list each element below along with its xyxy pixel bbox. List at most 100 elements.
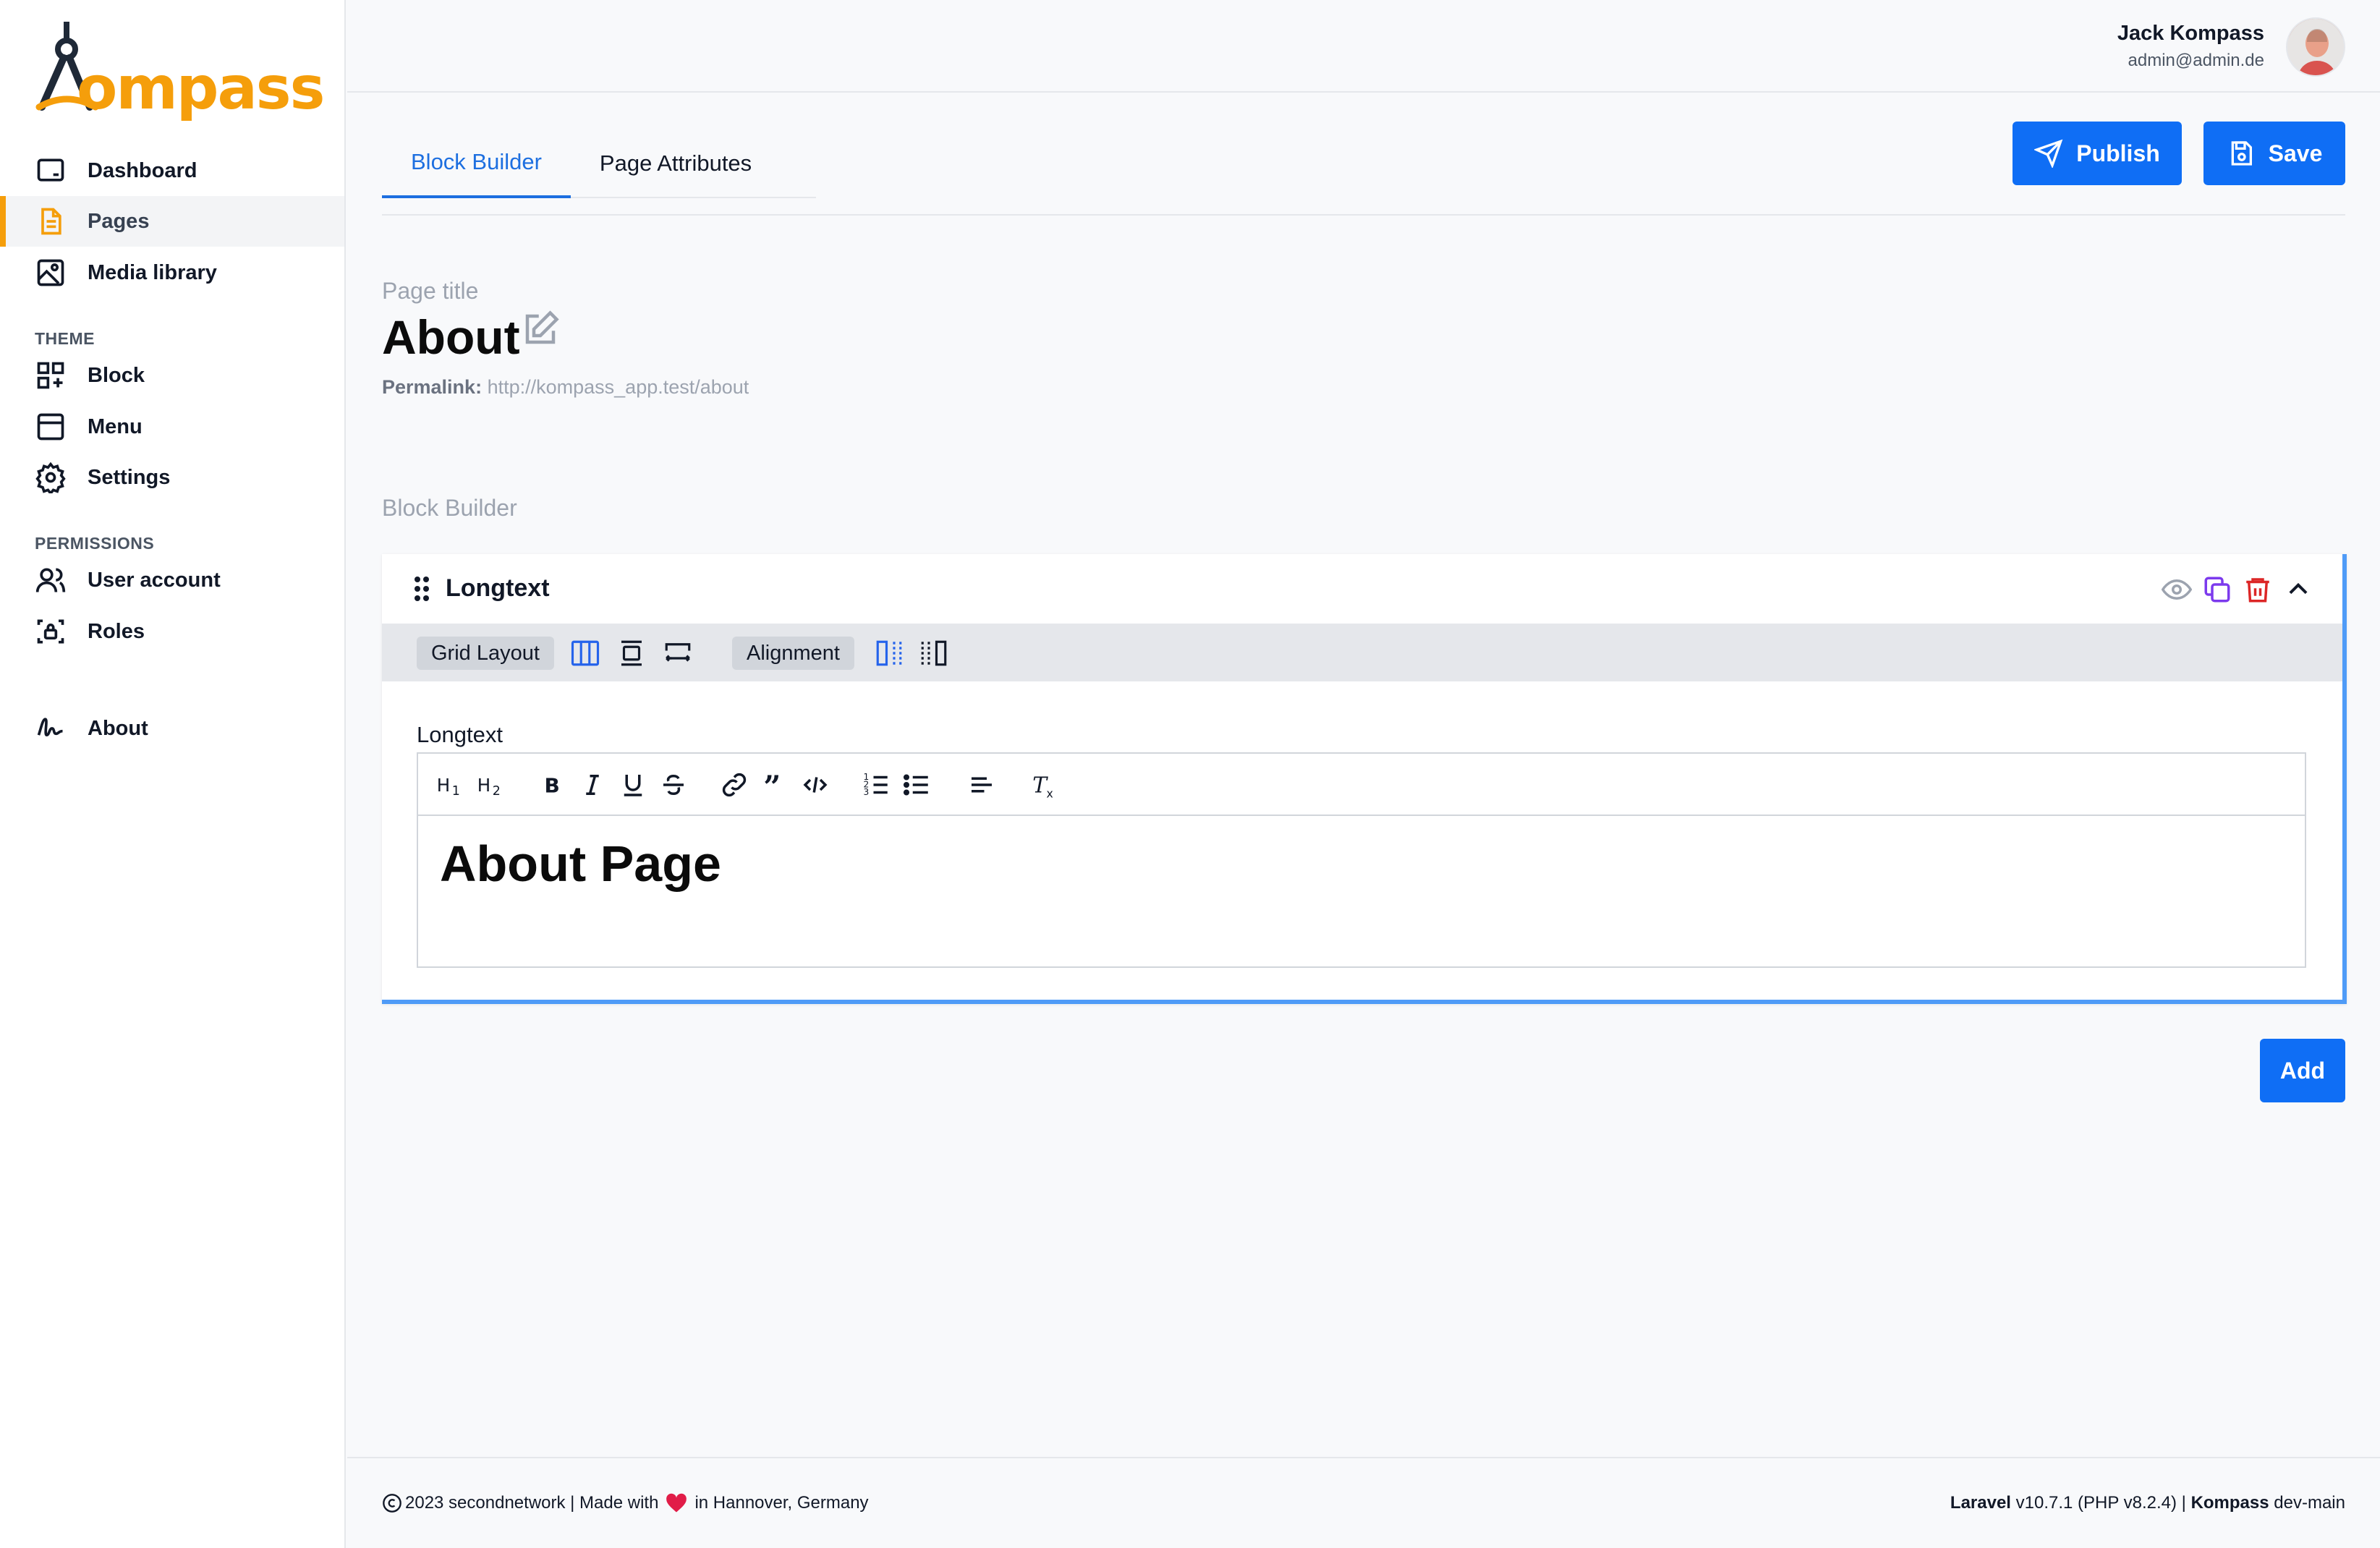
full-width-icon[interactable] [663,638,693,668]
quote-icon[interactable]: ” [760,770,790,800]
sidebar-item-label: Menu [88,414,143,438]
svg-text:B: B [545,774,560,798]
underline-icon[interactable] [618,770,648,800]
clear-format-icon[interactable]: T x [1029,770,1059,801]
sidebar-item-label: Settings [88,465,171,489]
save-button[interactable]: Save [2203,122,2345,185]
dashboard-icon [37,158,64,182]
code-icon[interactable] [800,770,830,800]
editor-toolbar: H1 H2 B ” 1 2 3 T x [418,754,2305,816]
longtext-field-label: Longtext [417,722,503,747]
columns-layout-icon[interactable] [570,638,600,668]
sidebar-item-label: Block [88,363,145,387]
signature-icon [37,718,63,737]
page-title-text: About [382,310,520,364]
grid-layout-chip: Grid Layout [417,637,554,670]
svg-text:H: H [437,775,450,796]
bold-icon[interactable]: B [537,770,567,800]
copyright-icon [383,1494,401,1513]
sidebar-item-block[interactable]: Block [0,350,344,401]
add-block-button-label: Add [2279,1057,2326,1084]
sidebar-item-user-account[interactable]: User account [0,555,344,605]
image-icon [37,259,64,286]
heading-1-icon[interactable]: H1 [435,770,466,800]
edit-icon[interactable] [521,310,560,349]
rich-text-editor[interactable]: H1 H2 B ” 1 2 3 T x About Page [417,752,2306,968]
sidebar-item-about[interactable]: About [0,703,344,754]
block-card: Longtext Grid Layout Alignment Longtext … [382,554,2347,1004]
strikethrough-icon[interactable] [658,770,689,800]
permalink: Permalink: http://kompass_app.test/about [382,376,749,399]
menu-icon [37,413,64,441]
footer-copyright: 2023 secondnetwork | Made with in Hannov… [382,1493,869,1513]
pages-icon [41,208,61,235]
sidebar-item-label: Media library [88,260,217,284]
block-settings-toolbar: Grid Layout Alignment [382,624,2342,681]
header-divider [382,214,2345,216]
chevron-up-icon[interactable] [2285,576,2312,603]
logo-wordmark: ompass [77,59,325,119]
link-icon[interactable] [719,770,749,800]
theme-section-heading: THEME [35,329,95,348]
footer-copyright-text: 2023 secondnetwork | Made with [405,1493,659,1513]
app-name: Kompass [2190,1493,2269,1513]
sidebar-item-settings[interactable]: Settings [0,452,344,503]
bullet-list-icon[interactable] [901,770,932,800]
svg-text:x: x [1047,787,1053,801]
align-text-left-icon[interactable] [966,770,997,800]
publish-button[interactable]: Publish [2013,122,2182,185]
sidebar-item-roles[interactable]: Roles [0,606,344,657]
footer-divider [347,1457,2380,1458]
sidebar-item-pages[interactable]: Pages [0,196,344,247]
gear-icon [35,462,66,493]
block-header: Longtext [382,554,2342,624]
footer-version-info: Laravel v10.7.1 (PHP v8.2.4) | Kompass d… [1950,1493,2345,1513]
publish-button-label: Publish [2076,140,2160,166]
svg-text:2: 2 [493,784,501,799]
align-left-icon[interactable] [874,638,904,668]
sidebar: ompass Dashboard Pages Media library THE… [0,0,346,1548]
sidebar-item-media-library[interactable]: Media library [0,247,344,298]
block-builder-label: Block Builder [382,495,517,521]
sidebar-item-dashboard[interactable]: Dashboard [0,145,344,196]
eye-icon[interactable] [2162,574,2192,605]
fit-width-icon[interactable] [616,638,647,668]
drag-handle-icon[interactable] [414,576,430,602]
app-branch: dev-main [2274,1493,2345,1513]
add-block-button[interactable]: Add [2260,1039,2345,1102]
sidebar-item-label: Dashboard [88,158,197,182]
duplicate-icon[interactable] [2202,574,2232,605]
avatar-image [2287,19,2344,75]
sidebar-item-label: About [88,716,148,740]
blocks-icon [37,362,64,389]
users-icon [35,568,66,592]
footer-location: in Hannover, Germany [694,1493,869,1513]
page-title-label: Page title [382,278,479,304]
italic-icon[interactable] [577,770,608,800]
permalink-url[interactable]: http://kompass_app.test/about [488,376,749,398]
align-right-icon[interactable] [919,638,949,668]
kompass-logo[interactable]: ompass [35,22,325,123]
logo-wordmark-text: ompass [77,54,325,123]
tab-block-builder[interactable]: Block Builder [382,129,571,198]
user-email: admin@admin.de [2128,51,2264,70]
heart-icon [666,1493,687,1513]
top-bar: Jack Kompass admin@admin.de [347,0,2380,93]
svg-text:1: 1 [452,784,460,799]
trash-icon[interactable] [2243,574,2273,605]
ordered-list-icon[interactable]: 1 2 3 [861,770,891,800]
editor-tabs: Block Builder Page Attributes [382,129,781,200]
block-title: Longtext [446,574,550,602]
sidebar-item-menu[interactable]: Menu [0,401,344,452]
avatar[interactable] [2286,17,2345,77]
sidebar-item-label: User account [88,568,221,592]
page-title: About [382,310,520,365]
sidebar-item-label: Roles [88,619,145,643]
save-button-label: Save [2268,140,2323,166]
tab-page-attributes[interactable]: Page Attributes [571,129,781,198]
editor-content[interactable]: About Page [440,835,721,893]
user-name: Jack Kompass [2117,22,2264,45]
heading-2-icon[interactable]: H2 [476,770,506,800]
permissions-section-heading: PERMISSIONS [35,534,155,553]
framework-version: v10.7.1 (PHP v8.2.4) | [2015,1493,2186,1513]
